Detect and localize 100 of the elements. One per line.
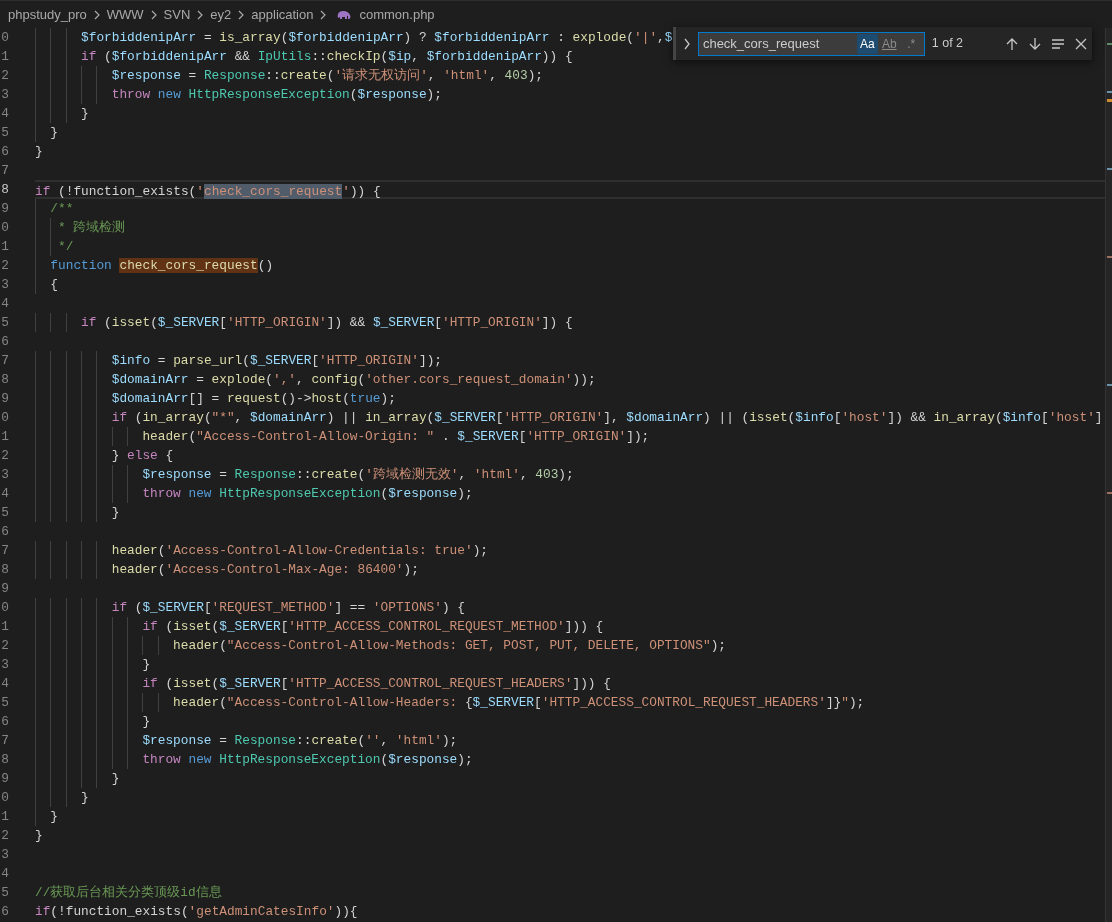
code-line: if (isset($_SERVER['HTTP_ACCESS_CONTROL_REQUEST_METHOD'])) { xyxy=(142,618,604,636)
chevron-right-icon xyxy=(92,8,101,21)
elephant-icon xyxy=(336,8,353,21)
line-number: 7 xyxy=(0,542,9,560)
line-number: 2 xyxy=(0,637,9,655)
breadcrumb-item[interactable]: phpstudy_pro xyxy=(8,4,87,25)
code-line: $domainArr[] = request()->host(true); xyxy=(111,390,396,408)
line-number: 9 xyxy=(0,770,9,788)
lines-icon xyxy=(1051,36,1066,51)
line-number: 3 xyxy=(0,846,9,864)
line-number: 0 xyxy=(0,789,9,807)
line-number: 4 xyxy=(0,485,9,503)
code-line: if (!function_exists('check_cors_request')) { xyxy=(35,183,381,197)
code-line: } xyxy=(81,789,89,807)
code-line: */ xyxy=(58,238,74,256)
chevron-right-icon xyxy=(149,8,158,21)
code-line: header("Access-Control-Allow-Headers: {$_SERVER['HTTP_ACCESS_CONTROL_REQUEST_HEADERS']}"); xyxy=(173,694,865,712)
line-number: 6 xyxy=(0,903,9,921)
line-number: 6 xyxy=(0,333,9,351)
code-line: } xyxy=(111,770,120,788)
line-number: 8 xyxy=(0,561,9,579)
line-number: 8 xyxy=(0,181,9,199)
code-line: throw new HttpResponseException($response); xyxy=(142,485,473,503)
line-number: 8 xyxy=(0,371,9,389)
line-number: 4 xyxy=(0,675,9,693)
code-line: * 跨域检测 xyxy=(58,219,126,237)
code-line: $forbiddenipArr = is_array($forbiddenipArr) ? $forbiddenipArr : explode('|',$ xyxy=(81,29,673,47)
arrow-down-icon xyxy=(1028,36,1043,51)
line-number: 1 xyxy=(0,238,9,256)
code-line: header('Access-Control-Max-Age: 86400'); xyxy=(111,561,419,579)
line-number: 5 xyxy=(0,314,9,332)
code-line: /** xyxy=(50,200,74,218)
code-line: $response = Response::create('跨域检测无效', 'html', 403); xyxy=(142,466,574,484)
code-line: header('Access-Control-Allow-Credentials: true'); xyxy=(111,542,489,560)
code-line: //获取后台相关分类顶级id信息 xyxy=(35,884,222,902)
line-number: 7 xyxy=(0,162,9,180)
line-number: 6 xyxy=(0,713,9,731)
line-number: 3 xyxy=(0,466,9,484)
breadcrumb-item[interactable]: ey2 xyxy=(210,4,232,25)
line-number: 9 xyxy=(0,200,9,218)
code-line: header("Access-Control-Allow-Origin: " . $_SERVER['HTTP_ORIGIN']); xyxy=(142,428,650,446)
code-line: if (isset($_SERVER['HTTP_ORIGIN']) && $_SERVER['HTTP_ORIGIN']) { xyxy=(81,314,573,332)
line-number: 2 xyxy=(0,827,9,845)
code-line: } xyxy=(142,656,151,674)
line-number: 0 xyxy=(0,29,9,47)
line-number: 1 xyxy=(0,808,9,826)
line-number: 5 xyxy=(0,504,9,522)
line-number: 2 xyxy=(0,257,9,275)
breadcrumb-item[interactable]: application xyxy=(251,4,314,25)
code-line: } xyxy=(142,713,151,731)
breadcrumb-item[interactable]: common.php xyxy=(359,4,435,25)
code-line: if(!function_exists('getAdminCatesInfo')){ xyxy=(35,903,358,921)
line-number: 1 xyxy=(0,48,9,66)
line-number: 4 xyxy=(0,105,9,123)
breadcrumb-item[interactable]: SVN xyxy=(163,4,191,25)
line-number: 3 xyxy=(0,276,9,294)
code-line: } xyxy=(35,143,43,161)
code-line: $response = Response::create('', 'html'); xyxy=(142,732,458,750)
code-line: } xyxy=(35,827,43,845)
line-number: 9 xyxy=(0,390,9,408)
chevron-right-icon xyxy=(319,8,328,21)
code-line: $domainArr = explode(',', config('other.cors_request_domain')); xyxy=(111,371,596,389)
line-number: 0 xyxy=(0,599,9,617)
line-number: 5 xyxy=(0,124,9,142)
line-number: 0 xyxy=(0,219,9,237)
line-number: 9 xyxy=(0,580,9,598)
line-number: 8 xyxy=(0,751,9,769)
line-number: 0 xyxy=(0,409,9,427)
code-line: } xyxy=(111,504,120,522)
line-number: 7 xyxy=(0,352,9,370)
line-number: 4 xyxy=(0,865,9,883)
breadcrumb-item[interactable]: WWW xyxy=(106,4,144,25)
code-line: } xyxy=(50,808,59,826)
line-number: 3 xyxy=(0,656,9,674)
code-line: if (in_array("*", $domainArr) || in_array($_SERVER['HTTP_ORIGIN'], $domainArr) || (isset($info['host']) && in_array($info['host'] xyxy=(111,409,1103,427)
line-number: 3 xyxy=(0,86,9,104)
code-line: throw new HttpResponseException($response); xyxy=(111,86,442,104)
match-case-toggle[interactable]: Aa xyxy=(856,33,878,54)
code-line: if ($_SERVER['REQUEST_METHOD'] == 'OPTIONS') { xyxy=(111,599,465,617)
code-line: throw new HttpResponseException($response); xyxy=(142,751,473,769)
close-icon xyxy=(1074,36,1089,51)
code-line: { xyxy=(50,276,59,294)
search-field[interactable]: check_cors_request Aa Ab .* xyxy=(697,31,925,56)
line-number: 5 xyxy=(0,694,9,712)
line-number: 7 xyxy=(0,732,9,750)
code-line: } xyxy=(50,124,59,142)
chevron-right-icon xyxy=(196,8,205,21)
line-number: 4 xyxy=(0,295,9,313)
line-number: 6 xyxy=(0,143,9,161)
match-count: 1 of 2 xyxy=(931,35,965,53)
line-number: 2 xyxy=(0,447,9,465)
code-line: } xyxy=(81,105,89,123)
code-line: if ($forbiddenipArr && IpUtils::checkIp($ip, $forbiddenipArr)) { xyxy=(81,48,573,66)
code-line: $info = parse_url($_SERVER['HTTP_ORIGIN']); xyxy=(111,352,442,370)
line-number: 5 xyxy=(0,884,9,902)
code-line: if (isset($_SERVER['HTTP_ACCESS_CONTROL_REQUEST_HEADERS'])) { xyxy=(142,675,611,693)
line-number: 1 xyxy=(0,618,9,636)
code-line: } else { xyxy=(111,447,174,465)
code-line: $response = Response::create('请求无权访问', 'html', 403); xyxy=(111,67,543,85)
chevron-right-icon xyxy=(237,8,246,21)
